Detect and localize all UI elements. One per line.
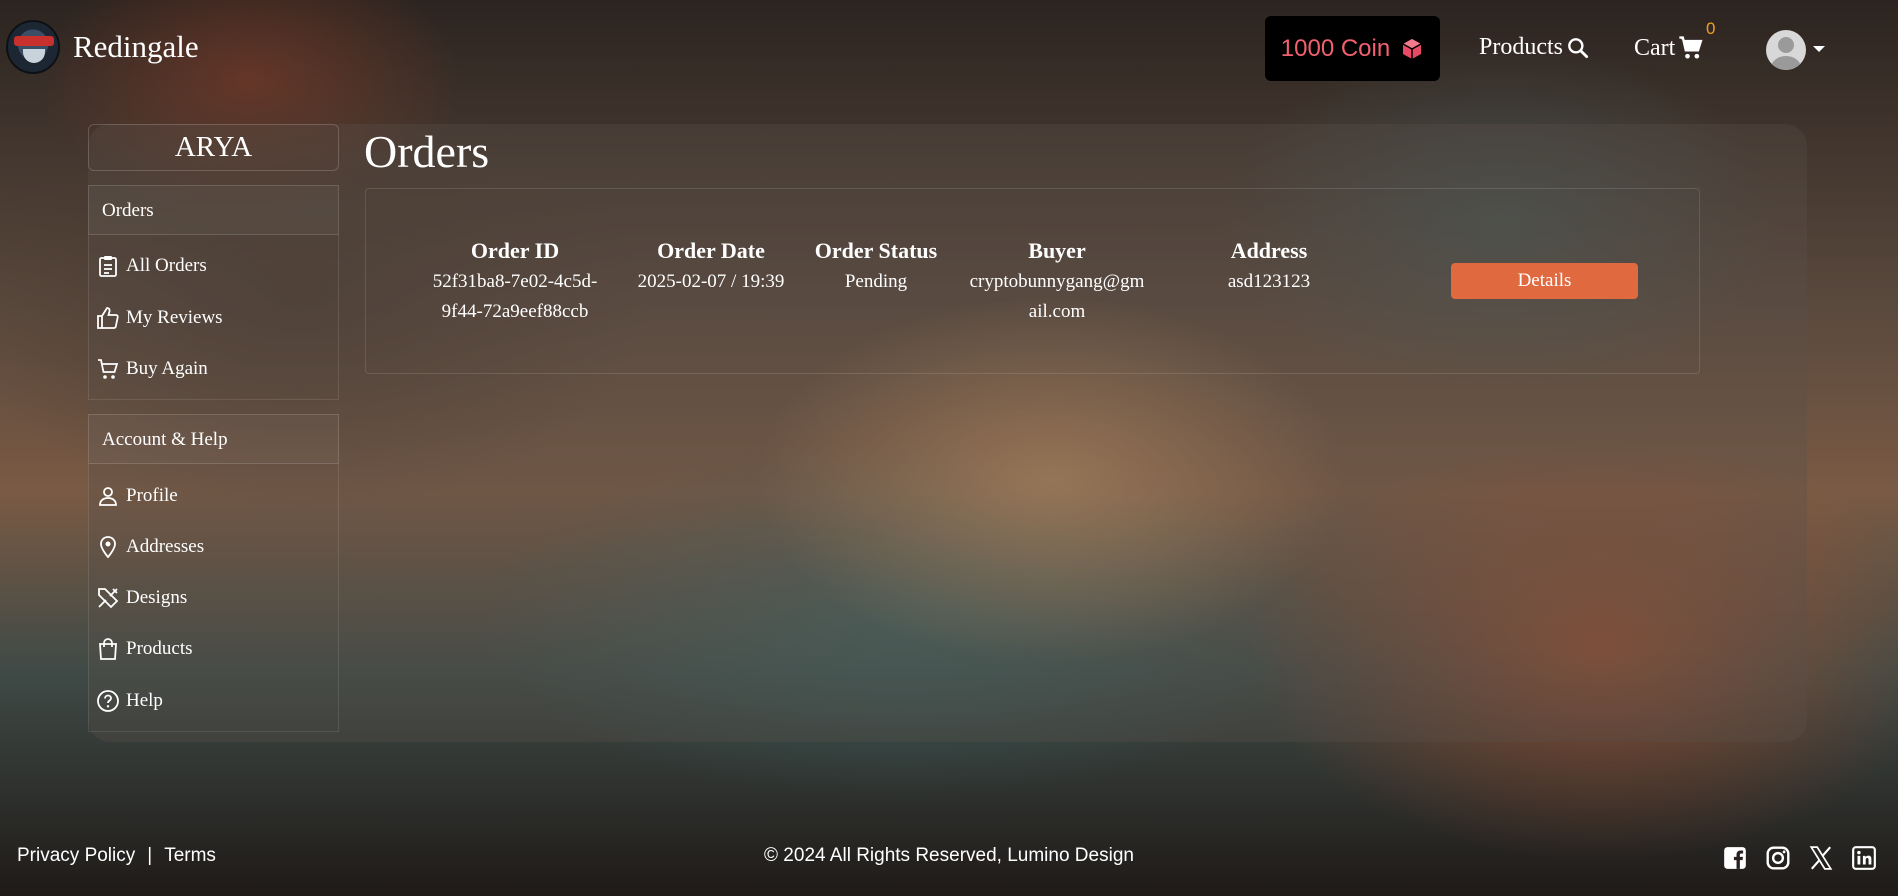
sidebar-item-profile[interactable]: Profile bbox=[96, 484, 178, 508]
sidebar-item-label: Addresses bbox=[126, 536, 205, 557]
sidebar-item-label: Profile bbox=[126, 485, 178, 506]
column-header-order-status: Order Status bbox=[814, 238, 938, 263]
navbar: Redingale 1000 Coin Products Cart 0 bbox=[0, 0, 1898, 98]
sidebar-item-my-reviews[interactable]: My Reviews bbox=[96, 306, 223, 330]
location-pin-icon bbox=[100, 536, 116, 559]
clipboard-icon bbox=[99, 256, 117, 277]
buyer-value: cryptobunnygang@gm ail.com bbox=[952, 267, 1162, 327]
search-icon bbox=[1568, 37, 1589, 58]
x-icon[interactable] bbox=[1808, 845, 1834, 871]
sidebar-section-account-help: Account & Help bbox=[88, 414, 339, 464]
column-header-buyer: Buyer bbox=[1028, 238, 1086, 263]
thumbs-up-icon bbox=[97, 307, 119, 329]
column-header-order-date: Order Date bbox=[657, 238, 765, 263]
sidebar-item-label: Designs bbox=[126, 587, 188, 608]
order-date-value: 2025-02-07 / 19:39 bbox=[637, 271, 785, 292]
sidebar-item-all-orders[interactable]: All Orders bbox=[96, 254, 207, 278]
order-status-column: Order Status Pending bbox=[806, 238, 946, 297]
page-title: Orders bbox=[364, 126, 490, 177]
sidebar-item-products[interactable]: Products bbox=[96, 637, 193, 661]
user-avatar[interactable] bbox=[1766, 30, 1806, 70]
cart-icon bbox=[98, 359, 119, 379]
order-id-value: 52f31ba8-7e02-4c5d- 9f44-72a9eef88ccb bbox=[415, 267, 615, 327]
cart-icon bbox=[1679, 36, 1703, 59]
person-icon bbox=[99, 487, 117, 506]
shopping-bag-icon bbox=[99, 638, 117, 660]
nav-cart-link[interactable]: Cart bbox=[1634, 34, 1705, 62]
order-date-column: Order Date 2025-02-07 / 19:39 bbox=[621, 238, 801, 297]
sidebar-item-designs[interactable]: Designs bbox=[96, 586, 187, 610]
sidebar-item-label: Products bbox=[126, 638, 193, 659]
address-column: Address asd123123 bbox=[1189, 238, 1349, 297]
nav-products-link[interactable]: Products bbox=[1479, 34, 1591, 61]
sidebar-item-label: My Reviews bbox=[126, 307, 223, 328]
sidebar-item-label: Help bbox=[126, 690, 163, 711]
buyer-column: Buyer cryptobunnygang@gm ail.com bbox=[952, 238, 1162, 327]
buyer-line-1: cryptobunnygang@gm bbox=[969, 271, 1145, 292]
column-header-order-id: Order ID bbox=[470, 238, 560, 263]
cart-count-badge: 0 bbox=[1706, 19, 1716, 38]
social-links bbox=[1722, 845, 1877, 871]
sidebar-user-name: ARYA bbox=[88, 124, 339, 171]
order-id-line-1: 52f31ba8-7e02-4c5d- bbox=[432, 271, 598, 292]
brand-name[interactable]: Redingale bbox=[73, 29, 199, 65]
sidebar-section-orders: Orders bbox=[88, 185, 339, 235]
cube-icon bbox=[1402, 38, 1422, 59]
column-header-address: Address bbox=[1230, 238, 1308, 263]
instagram-icon[interactable] bbox=[1765, 845, 1791, 871]
order-id-line-2: 9f44-72a9eef88ccb bbox=[441, 301, 589, 322]
sidebar-item-label: All Orders bbox=[126, 255, 207, 276]
nav-products-label: Products bbox=[1479, 34, 1563, 60]
coin-balance-label: 1000 Coin bbox=[1280, 34, 1391, 62]
order-id-column: Order ID 52f31ba8-7e02-4c5d- 9f44-72a9ee… bbox=[415, 238, 615, 327]
help-circle-icon bbox=[97, 690, 119, 712]
sidebar-item-addresses[interactable]: Addresses bbox=[96, 535, 204, 559]
copyright-text: © 2024 All Rights Reserved, Lumino Desig… bbox=[764, 845, 1134, 866]
details-button[interactable]: Details bbox=[1451, 263, 1638, 299]
address-value: asd123123 bbox=[1227, 271, 1311, 292]
sidebar-item-label: Buy Again bbox=[126, 358, 208, 379]
coin-balance-button[interactable]: 1000 Coin bbox=[1265, 16, 1440, 81]
order-status-value: Pending bbox=[844, 271, 908, 292]
chevron-down-icon[interactable] bbox=[1813, 46, 1825, 52]
sidebar-item-help[interactable]: Help bbox=[96, 689, 163, 713]
sidebar-item-buy-again[interactable]: Buy Again bbox=[96, 357, 208, 381]
linkedin-icon[interactable] bbox=[1851, 845, 1877, 871]
facebook-icon[interactable] bbox=[1722, 845, 1748, 871]
nav-cart-label: Cart bbox=[1634, 34, 1676, 61]
buyer-line-2: ail.com bbox=[1028, 301, 1086, 322]
brand-logo-icon[interactable] bbox=[6, 20, 60, 74]
design-tools-icon bbox=[98, 588, 119, 609]
